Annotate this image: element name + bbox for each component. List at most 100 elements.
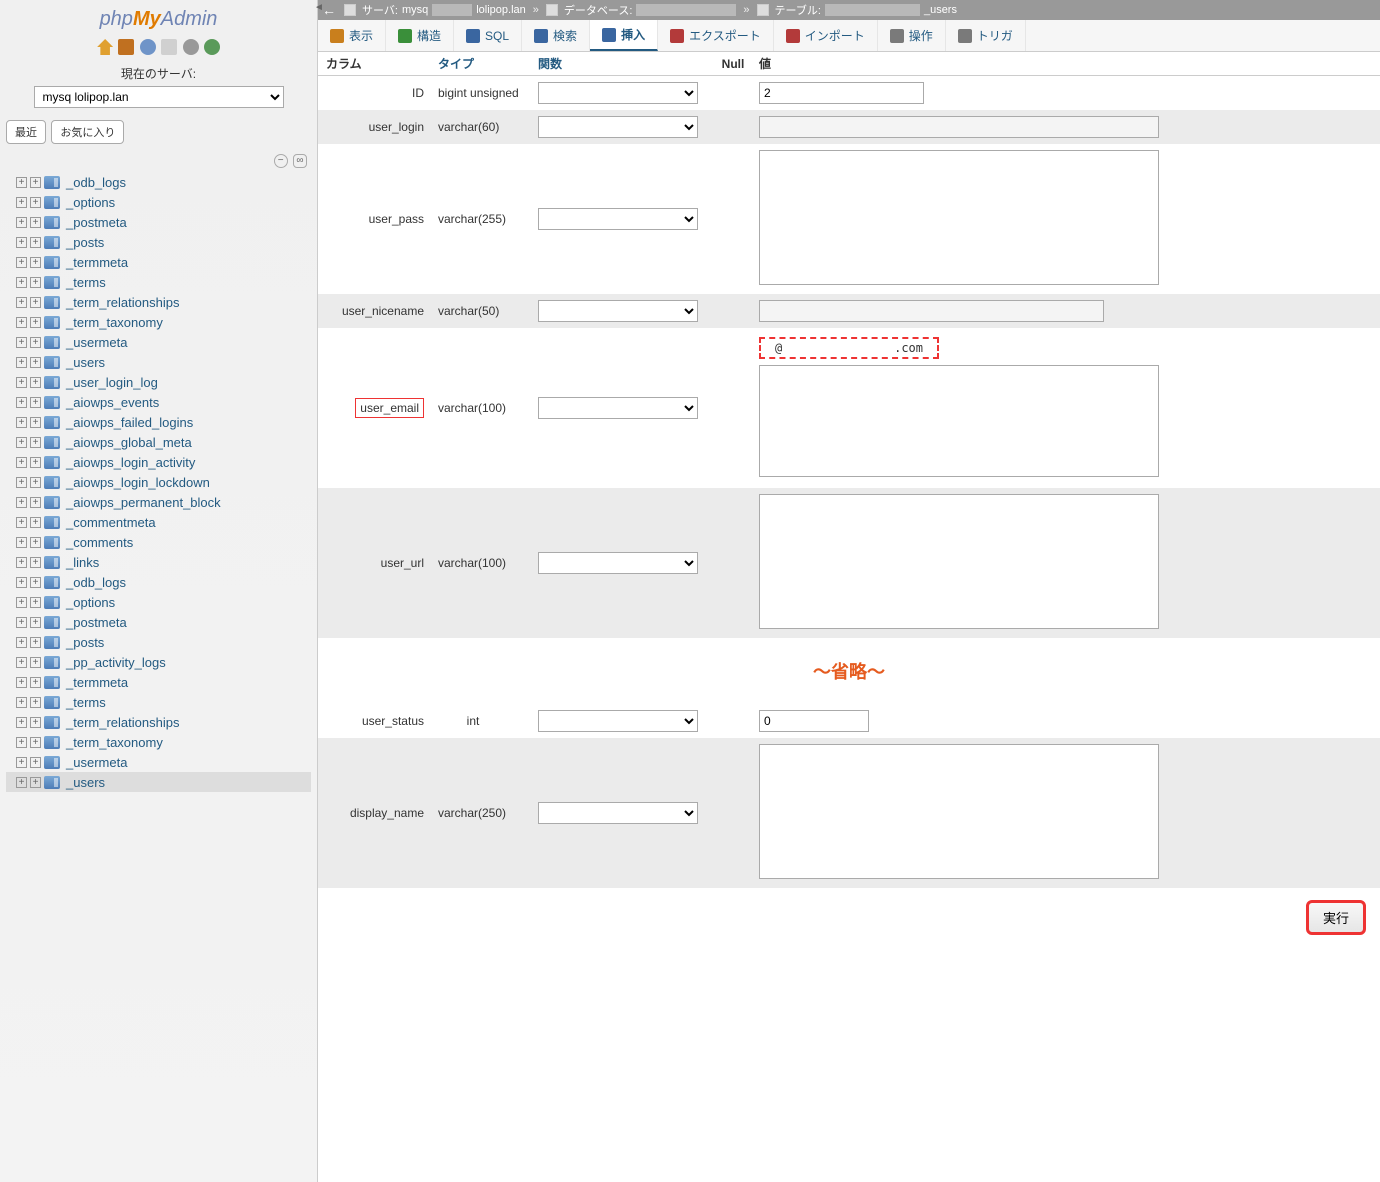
logo[interactable]: phpMyAdmin: [0, 6, 317, 35]
expand-icon[interactable]: +: [30, 597, 41, 608]
expand-icon[interactable]: +: [16, 717, 27, 728]
user-email-textarea[interactable]: [759, 365, 1159, 477]
expand-icon[interactable]: +: [16, 497, 27, 508]
menu-表示[interactable]: 表示: [318, 20, 386, 51]
expand-icon[interactable]: +: [16, 537, 27, 548]
table-name[interactable]: _terms: [66, 275, 106, 290]
tree-table-item[interactable]: ++_aiowps_global_meta: [6, 432, 311, 452]
table-name[interactable]: _terms: [66, 695, 106, 710]
tree-table-item[interactable]: ++_term_relationships: [6, 712, 311, 732]
expand-icon[interactable]: +: [16, 177, 27, 188]
expand-icon[interactable]: +: [30, 517, 41, 528]
expand-icon[interactable]: +: [30, 617, 41, 628]
tree-table-item[interactable]: ++ _pp_activity_logs: [6, 652, 311, 672]
table-name[interactable]: _usermeta: [66, 335, 127, 350]
expand-icon[interactable]: +: [16, 357, 27, 368]
expand-icon[interactable]: +: [30, 277, 41, 288]
tree-table-item[interactable]: ++ _term_relationships: [6, 292, 311, 312]
expand-icon[interactable]: +: [16, 657, 27, 668]
expand-icon[interactable]: +: [30, 217, 41, 228]
expand-icon[interactable]: +: [16, 677, 27, 688]
expand-icon[interactable]: +: [30, 557, 41, 568]
id-input[interactable]: [759, 82, 924, 104]
expand-icon[interactable]: +: [16, 317, 27, 328]
table-name[interactable]: _aiowps_events: [66, 395, 159, 410]
expand-icon[interactable]: +: [30, 637, 41, 648]
tree-table-item[interactable]: ++_user_login_log: [6, 372, 311, 392]
table-name[interactable]: _users: [66, 355, 105, 370]
expand-icon[interactable]: +: [16, 777, 27, 788]
tree-table-item[interactable]: ++_options: [6, 592, 311, 612]
user-nicename-input[interactable]: [759, 300, 1104, 322]
expand-icon[interactable]: +: [16, 597, 27, 608]
expand-icon[interactable]: +: [30, 657, 41, 668]
table-name[interactable]: _pp_activity_logs: [66, 655, 166, 670]
expand-icon[interactable]: +: [16, 377, 27, 388]
tree-table-item[interactable]: ++ _usermeta: [6, 752, 311, 772]
expand-icon[interactable]: +: [30, 357, 41, 368]
favorites-tab[interactable]: お気に入り: [51, 120, 124, 144]
user-url-textarea[interactable]: [759, 494, 1159, 629]
expand-icon[interactable]: +: [30, 497, 41, 508]
expand-icon[interactable]: +: [16, 517, 27, 528]
tree-table-item[interactable]: ++ _term_taxonomy: [6, 312, 311, 332]
tree-table-item[interactable]: ++_options: [6, 192, 311, 212]
expand-icon[interactable]: +: [16, 757, 27, 768]
user-status-input[interactable]: [759, 710, 869, 732]
display-name-textarea[interactable]: [759, 744, 1159, 879]
table-name[interactable]: _postmeta: [66, 615, 127, 630]
func-select[interactable]: [538, 208, 698, 230]
func-select[interactable]: [538, 397, 698, 419]
menu-インポート[interactable]: インポート: [774, 20, 878, 51]
expand-icon[interactable]: +: [30, 337, 41, 348]
table-name[interactable]: _users: [66, 775, 105, 790]
table-name[interactable]: _links: [66, 555, 99, 570]
expand-icon[interactable]: +: [30, 417, 41, 428]
table-name[interactable]: _usermeta: [66, 755, 127, 770]
tree-table-item[interactable]: ++_termmeta: [6, 672, 311, 692]
expand-icon[interactable]: +: [16, 417, 27, 428]
tree-table-item[interactable]: ++_posts: [6, 632, 311, 652]
tree-table-item[interactable]: ++_aiowps_login_activity: [6, 452, 311, 472]
expand-icon[interactable]: +: [30, 317, 41, 328]
tree-table-item[interactable]: ++_links: [6, 552, 311, 572]
expand-icon[interactable]: +: [30, 537, 41, 548]
crumb-server-label[interactable]: サーバ:: [362, 2, 398, 18]
menu-エクスポート[interactable]: エクスポート: [658, 20, 774, 51]
tree-table-item[interactable]: ++_posts: [6, 232, 311, 252]
tree-table-item[interactable]: ++_aiowps_login_lockdown: [6, 472, 311, 492]
tree-table-item[interactable]: ++_termmeta: [6, 252, 311, 272]
expand-icon[interactable]: +: [16, 457, 27, 468]
table-name[interactable]: _aiowps_permanent_block: [66, 495, 221, 510]
settings-icon[interactable]: [183, 39, 199, 55]
expand-icon[interactable]: +: [30, 257, 41, 268]
expand-icon[interactable]: +: [16, 617, 27, 628]
table-name[interactable]: _termmeta: [66, 255, 128, 270]
expand-icon[interactable]: +: [16, 217, 27, 228]
menu-構造[interactable]: 構造: [386, 20, 454, 51]
expand-icon[interactable]: +: [30, 297, 41, 308]
expand-icon[interactable]: +: [16, 237, 27, 248]
table-name[interactable]: _odb_logs: [66, 175, 126, 190]
expand-icon[interactable]: +: [30, 237, 41, 248]
expand-icon[interactable]: +: [30, 577, 41, 588]
table-name[interactable]: _term_relationships: [66, 295, 179, 310]
table-name[interactable]: _termmeta: [66, 675, 128, 690]
tree-table-item[interactable]: ++ _aiowps_permanent_block: [6, 492, 311, 512]
table-name[interactable]: _term_taxonomy: [66, 315, 163, 330]
expand-icon[interactable]: +: [16, 737, 27, 748]
func-select[interactable]: [538, 82, 698, 104]
table-name[interactable]: _aiowps_login_lockdown: [66, 475, 210, 490]
tree-table-item[interactable]: ++_odb_logs: [6, 572, 311, 592]
panel-resize-handle[interactable]: ◄: [318, 0, 324, 1182]
help-icon[interactable]: [140, 39, 156, 55]
tree-table-item[interactable]: ++_aiowps_events: [6, 392, 311, 412]
expand-icon[interactable]: +: [30, 757, 41, 768]
logout-icon[interactable]: [118, 39, 134, 55]
expand-icon[interactable]: +: [16, 297, 27, 308]
func-select[interactable]: [538, 116, 698, 138]
menu-トリガ[interactable]: トリガ: [946, 20, 1026, 51]
expand-icon[interactable]: +: [16, 577, 27, 588]
expand-icon[interactable]: +: [16, 277, 27, 288]
func-select[interactable]: [538, 802, 698, 824]
